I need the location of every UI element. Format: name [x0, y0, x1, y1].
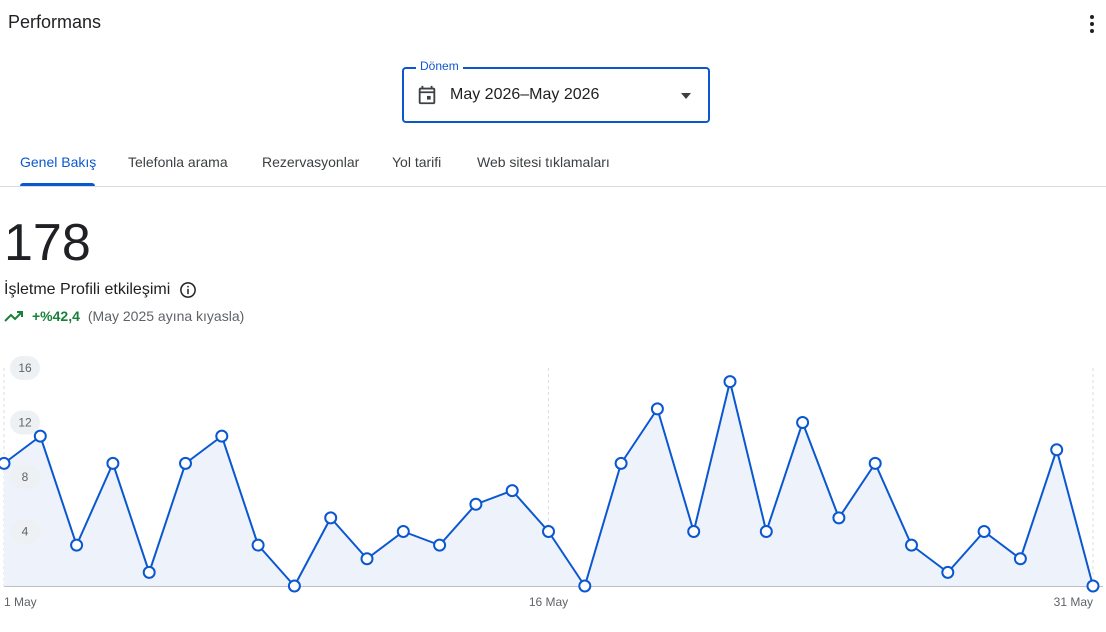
data-point: [868, 456, 882, 470]
trend-comparison: (May 2025 ayına kıyasla): [87, 308, 245, 324]
tab-overview[interactable]: Genel Bakış: [20, 154, 96, 170]
data-point: [832, 511, 846, 525]
data-point: [142, 565, 156, 579]
data-point: [1086, 579, 1100, 593]
x-tick-label: 1 May: [4, 595, 37, 609]
data-point: [179, 456, 192, 470]
data-point: [542, 525, 555, 538]
data-point: [70, 538, 84, 552]
data-point: [1050, 443, 1064, 457]
data-point: [977, 525, 991, 538]
data-point: [759, 525, 773, 538]
period-value: May 2026–May 2026: [450, 86, 600, 103]
y-tick-label: 4: [22, 525, 29, 539]
data-point: [360, 552, 374, 566]
data-point: [505, 484, 519, 498]
tab-bookings[interactable]: Rezervasyonlar: [262, 154, 359, 170]
data-point: [687, 525, 701, 538]
y-tick: 16: [10, 356, 40, 380]
period-label: Dönem: [416, 59, 463, 73]
metric-label: İşletme Profili etkileşimi: [4, 281, 171, 298]
y-tick-label: 8: [22, 470, 29, 484]
calendar-icon: [418, 85, 436, 105]
data-point: [1013, 552, 1027, 566]
page-title: Performans: [8, 12, 102, 32]
y-tick-label: 12: [18, 416, 32, 430]
data-point: [287, 579, 301, 593]
data-point: [905, 538, 918, 552]
data-point: [251, 538, 265, 552]
trending-up-icon: [4, 311, 23, 322]
tab-bar: Genel Bakış Telefonla arama Rezervasyonl…: [0, 140, 1106, 187]
tab-website-clicks[interactable]: Web sitesi tıklamaları: [477, 154, 610, 170]
data-point: [33, 429, 47, 443]
y-tick-label: 16: [18, 361, 32, 375]
data-point: [324, 511, 338, 525]
data-point: [614, 456, 628, 470]
data-point: [723, 375, 737, 389]
arrow-drop-down-icon: [681, 93, 691, 99]
active-tab-indicator: [20, 183, 95, 186]
info-icon[interactable]: [179, 281, 197, 299]
data-point: [650, 402, 664, 416]
trend-value: +%42,4: [32, 308, 80, 324]
data-point: [941, 565, 955, 579]
data-point: [433, 538, 447, 552]
y-tick: 12: [10, 410, 40, 435]
data-point: [106, 456, 120, 470]
data-point: [578, 579, 592, 593]
x-tick-label: 31 May: [1054, 595, 1093, 609]
metric-label-row: İşletme Profili etkileşimi: [4, 281, 197, 299]
tab-directions[interactable]: Yol tarifi: [392, 154, 441, 170]
total-interactions: 178: [4, 214, 91, 272]
data-point: [469, 497, 483, 511]
interactions-line-chart: 4 8 12 16 1 May 16 May 31 May: [0, 356, 1103, 609]
data-point: [0, 456, 11, 470]
data-point: [215, 429, 229, 443]
more-vert-icon[interactable]: [1082, 12, 1102, 36]
trend-row: +%42,4 (May 2025 ayına kıyasla): [4, 308, 244, 324]
y-tick: 4: [10, 519, 40, 544]
y-tick: 8: [10, 465, 40, 489]
tab-phone-calls[interactable]: Telefonla arama: [128, 154, 228, 170]
data-point: [396, 525, 410, 538]
period-select[interactable]: Dönem May 2026–May 2026: [402, 59, 710, 123]
x-tick-label: 16 May: [529, 595, 568, 609]
data-point: [796, 416, 810, 429]
